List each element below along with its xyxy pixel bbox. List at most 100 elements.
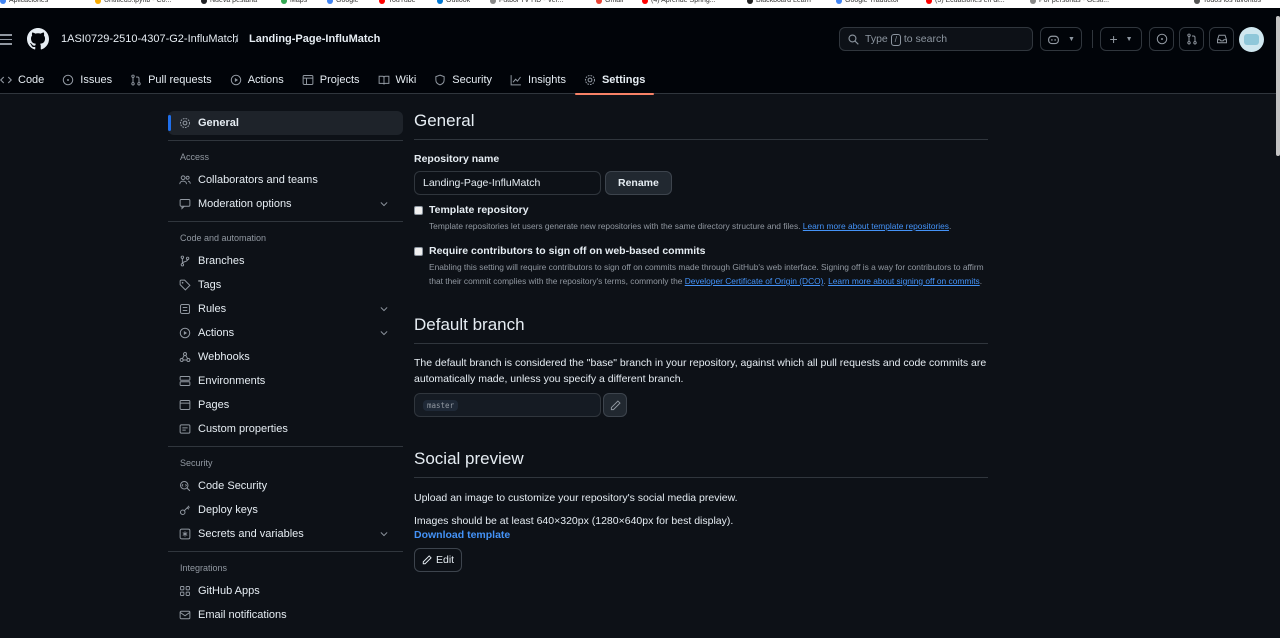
sidebar-item-webhooks[interactable]: Webhooks bbox=[168, 345, 403, 369]
sidebar-item-actions[interactable]: Actions bbox=[168, 321, 403, 345]
bookmark-f-tbol-tv-hd-ver[interactable]: Fútbol TV HD - Ver... bbox=[490, 0, 563, 4]
bookmark-gmail[interactable]: Gmail bbox=[596, 0, 623, 4]
sidebar-item-branches[interactable]: Branches bbox=[168, 249, 403, 273]
bookmark-favicon-icon bbox=[1194, 0, 1200, 4]
settings-sidebar: General Access Collaborators and teams Mo… bbox=[168, 111, 403, 627]
tab-label: Wiki bbox=[395, 73, 417, 86]
tab-label: Pull requests bbox=[148, 73, 212, 86]
template-repository-checkbox[interactable] bbox=[414, 206, 423, 215]
tab-actions[interactable]: Actions bbox=[221, 65, 293, 94]
bookmark-untitled5-ipynb-co[interactable]: Untitled5.ipynb - Co... bbox=[95, 0, 171, 4]
edit-button-label: Edit bbox=[436, 554, 455, 566]
tab-wiki[interactable]: Wiki bbox=[369, 65, 426, 94]
download-template-link[interactable]: Download template bbox=[414, 529, 988, 541]
sidebar-item-pages[interactable]: Pages bbox=[168, 393, 403, 417]
bookmark-por-personas-gesti[interactable]: Por personas - Gesti... bbox=[1030, 0, 1109, 4]
sidebar-item-deploy-keys[interactable]: Deploy keys bbox=[168, 498, 403, 522]
bookmark-label: Todos los favoritos bbox=[1203, 0, 1261, 4]
bookmark-youtube[interactable]: YouTube bbox=[379, 0, 416, 4]
breadcrumb-separator: / bbox=[235, 32, 239, 46]
signoff-learn-more-link[interactable]: Learn more about signing off on commits bbox=[828, 276, 980, 286]
signoff-checkbox[interactable] bbox=[414, 247, 423, 256]
bookmark-4-aprende-spring[interactable]: (4) Aprende Spring... bbox=[642, 0, 716, 4]
sidebar-item-custom-properties[interactable]: Custom properties bbox=[168, 417, 403, 441]
tab-insights[interactable]: Insights bbox=[501, 65, 575, 94]
sidebar-item-collaborators-and-teams[interactable]: Collaborators and teams bbox=[168, 168, 403, 192]
sidebar-item-github-apps[interactable]: GitHub Apps bbox=[168, 579, 403, 603]
copilot-icon bbox=[1048, 35, 1059, 44]
repo-name-link[interactable]: Landing-Page-InfluMatch bbox=[249, 33, 380, 45]
bookmark-nueva-pesta-a[interactable]: Nueva pestaña bbox=[201, 0, 257, 4]
code-icon bbox=[0, 76, 12, 83]
sidebar-item-tags[interactable]: Tags bbox=[168, 273, 403, 297]
bookmark-label: Fútbol TV HD - Ver... bbox=[499, 0, 564, 4]
sidebar-divider bbox=[168, 221, 403, 222]
avatar[interactable] bbox=[1239, 27, 1264, 52]
repo-name-field[interactable] bbox=[414, 171, 601, 195]
dco-link[interactable]: Developer Certificate of Origin (DCO) bbox=[685, 276, 824, 286]
sidebar-item-code-security[interactable]: Code Security bbox=[168, 474, 403, 498]
sidebar-item-secrets-and-variables[interactable]: Secrets and variables bbox=[168, 522, 403, 546]
bookmark-label: Untitled5.ipynb - Co... bbox=[104, 0, 172, 4]
sidebar-item-label: Email notifications bbox=[198, 609, 287, 621]
mail-icon bbox=[179, 610, 191, 620]
asterisk-icon bbox=[179, 528, 191, 540]
tab-issues[interactable]: Issues bbox=[53, 65, 121, 94]
bookmark-label: Nueva pestaña bbox=[210, 0, 258, 4]
sidebar-item-label: Custom properties bbox=[198, 423, 288, 435]
bookmark-aplicaciones[interactable]: Aplicaciones bbox=[0, 0, 48, 4]
tab-settings[interactable]: Settings bbox=[574, 65, 655, 95]
sidebar-item-moderation-options[interactable]: Moderation options bbox=[168, 192, 403, 216]
rename-button[interactable]: Rename bbox=[605, 171, 672, 195]
chevron-down-icon: ▼ bbox=[1068, 35, 1075, 43]
create-new-button[interactable]: + ▼ bbox=[1100, 27, 1142, 51]
settings-main: General Repository name Rename Template … bbox=[414, 111, 988, 572]
sidebar-item-email-notifications[interactable]: Email notifications bbox=[168, 603, 403, 627]
webhook-icon bbox=[179, 352, 191, 362]
sidebar-item-label: Secrets and variables bbox=[198, 528, 304, 540]
bookmark-outlook[interactable]: Outlook bbox=[437, 0, 470, 4]
copilot-button[interactable]: ▼ bbox=[1040, 27, 1082, 51]
bookmark-5-ecuaciones-en-di[interactable]: (5) Ecuaciones en di... bbox=[926, 0, 1005, 4]
sidebar-item-general[interactable]: General bbox=[168, 111, 403, 135]
inbox-button[interactable] bbox=[1209, 27, 1234, 51]
tab-label: Projects bbox=[319, 73, 360, 86]
sidebar-item-rules[interactable]: Rules bbox=[168, 297, 403, 321]
menu-icon[interactable] bbox=[0, 31, 12, 45]
tab-label: Code bbox=[18, 73, 45, 86]
search-input[interactable]: Type / to search bbox=[839, 27, 1033, 51]
repo-owner-link[interactable]: 1ASI0729-2510-4307-G2-InfluMatch bbox=[61, 33, 238, 45]
tab-pull-requests[interactable]: Pull requests bbox=[121, 65, 221, 94]
sidebar-group-security: Code Security Deploy keys Secrets and vari… bbox=[168, 474, 403, 546]
gear-icon bbox=[584, 74, 595, 85]
github-logo-icon[interactable] bbox=[27, 28, 49, 50]
bookmark-favicon-icon bbox=[747, 0, 753, 4]
default-branch-title: Default branch bbox=[414, 315, 988, 344]
people-icon bbox=[179, 175, 191, 185]
bookmark-google[interactable]: Google bbox=[327, 0, 359, 4]
edit-social-preview-button[interactable]: Edit bbox=[414, 548, 463, 572]
bookmark-maps[interactable]: Maps bbox=[281, 0, 307, 4]
bookmark-todos-los-favoritos[interactable]: Todos los favoritos bbox=[1194, 0, 1261, 4]
sidebar-divider bbox=[168, 446, 403, 447]
sidebar-group-integrations: GitHub Apps Email notifications bbox=[168, 579, 403, 627]
tab-projects[interactable]: Projects bbox=[293, 65, 369, 94]
sidebar-item-label: Collaborators and teams bbox=[198, 174, 318, 186]
server-icon bbox=[179, 376, 191, 386]
issues-button[interactable] bbox=[1149, 27, 1174, 51]
tab-security[interactable]: Security bbox=[425, 65, 501, 94]
sidebar-item-label: Branches bbox=[198, 255, 245, 267]
page-scrollbar[interactable] bbox=[1276, 16, 1280, 156]
tab-label: Issues bbox=[80, 73, 113, 86]
edit-branch-button[interactable] bbox=[603, 393, 627, 417]
default-branch-field: master bbox=[414, 393, 601, 417]
bookmark-google-traductor[interactable]: Google Traductor bbox=[836, 0, 899, 4]
sidebar-item-environments[interactable]: Environments bbox=[168, 369, 403, 393]
bookmark-favicon-icon bbox=[95, 0, 101, 4]
pull-requests-button[interactable] bbox=[1179, 27, 1204, 51]
template-learn-more-link[interactable]: Learn more about template repositories bbox=[803, 221, 949, 231]
tab-code[interactable]: Code bbox=[0, 65, 53, 94]
plus-icon: + bbox=[1109, 31, 1118, 47]
bookmark-blackboard-learn[interactable]: Blackboard Learn bbox=[747, 0, 811, 4]
book-icon bbox=[378, 75, 389, 85]
